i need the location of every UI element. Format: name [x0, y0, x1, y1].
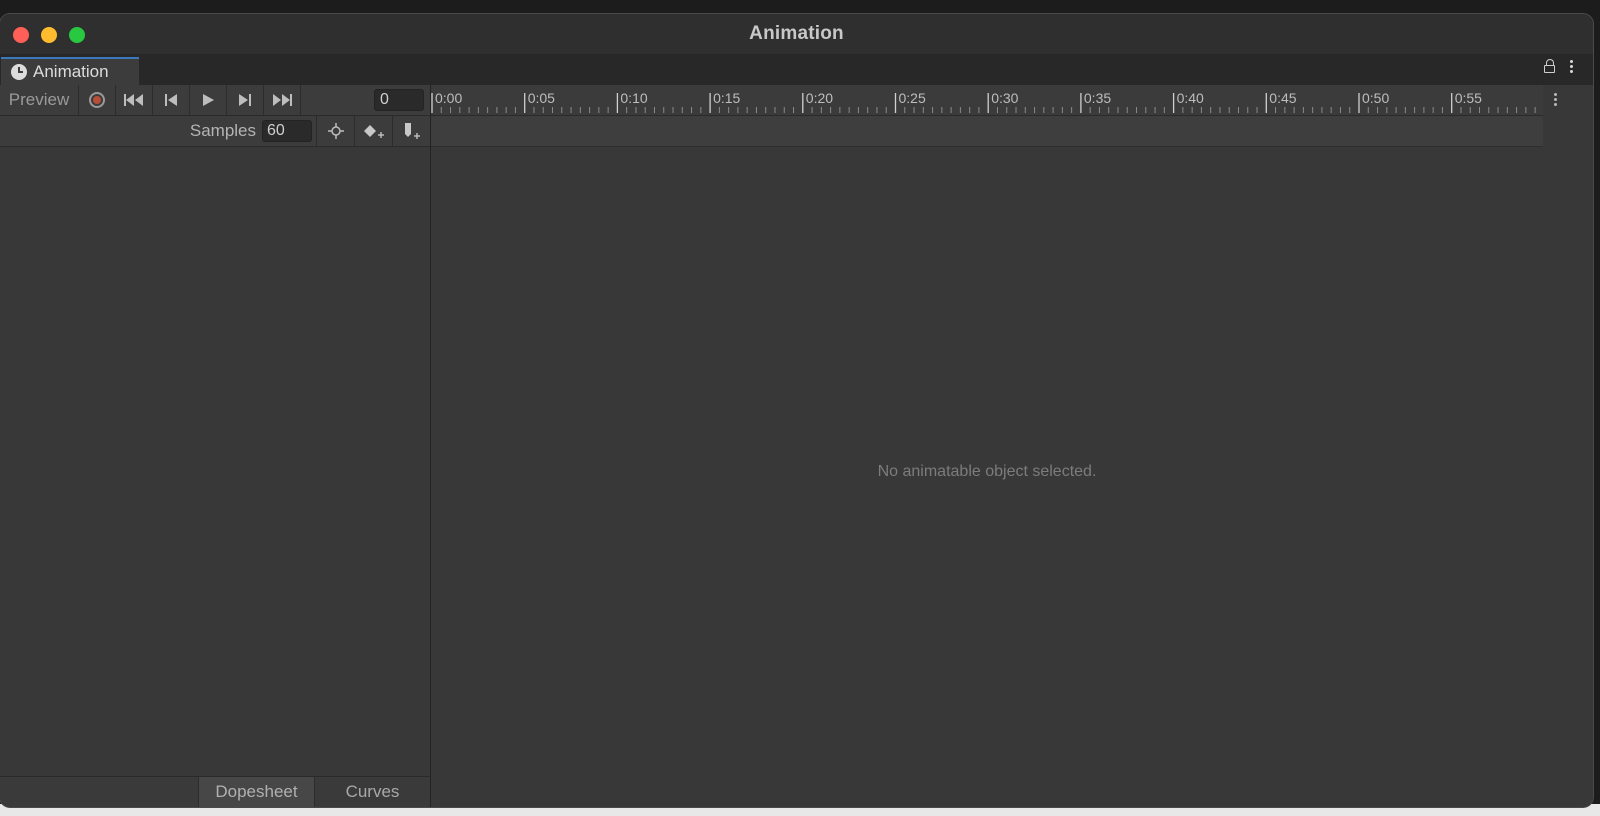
view-mode-tabs: Dopesheet Curves — [0, 776, 430, 807]
record-button[interactable] — [79, 85, 116, 115]
animation-window: Animation Animation Preview 0 Samples 60… — [0, 14, 1593, 807]
tab-tools — [1544, 59, 1573, 73]
filter-by-selection-button[interactable] — [316, 116, 354, 146]
add-event-button[interactable] — [392, 116, 430, 146]
crosshair-icon — [327, 123, 344, 139]
time-ruler[interactable]: 0:00 0:05 0:10 0:15 0:20 0:25 0:30 0:35 0:40 0:45… — [431, 85, 1543, 116]
tick-label: 0:45 — [1269, 90, 1297, 106]
lock-icon[interactable] — [1544, 59, 1556, 73]
previous-keyframe-icon — [165, 94, 177, 106]
tick-label: 0:50 — [1362, 90, 1390, 106]
record-icon — [89, 92, 105, 108]
clock-icon — [11, 64, 27, 80]
tick-label: 0:35 — [1083, 90, 1112, 106]
tab-animation[interactable]: Animation — [1, 57, 139, 85]
preview-button[interactable]: Preview — [0, 85, 79, 115]
close-window-button[interactable] — [13, 27, 29, 43]
next-keyframe-icon — [239, 94, 251, 106]
tick-label: 0:25 — [898, 90, 926, 106]
tick-label: 0:05 — [527, 90, 555, 106]
next-keyframe-button[interactable] — [227, 85, 264, 115]
title-bar[interactable]: Animation — [0, 14, 1593, 55]
add-keyframe-icon — [363, 125, 384, 138]
window-controls — [13, 27, 85, 43]
tab-label: Animation — [33, 62, 109, 81]
tick-label: 0:00 — [435, 90, 463, 106]
tab-curves[interactable]: Curves — [314, 777, 430, 807]
tick-label: 0:10 — [620, 90, 648, 106]
play-icon — [203, 94, 214, 106]
tick-label: 0:55 — [1454, 90, 1482, 106]
playback-toolbar: Preview 0 — [0, 85, 430, 116]
timeline-pane: 0:00 0:05 0:10 0:15 0:20 0:25 0:30 0:35 0:40 0:45… — [431, 85, 1593, 807]
tick-label: 0:20 — [805, 90, 834, 106]
tab-dopesheet[interactable]: Dopesheet — [198, 777, 314, 807]
empty-state-message: No animatable object selected. — [877, 463, 1097, 480]
first-keyframe-button[interactable] — [116, 85, 153, 115]
samples-label: Samples — [189, 121, 256, 140]
first-keyframe-icon — [124, 94, 143, 106]
tick-label: 0:40 — [1176, 90, 1204, 106]
tick-label: 0:30 — [991, 90, 1019, 106]
window-menu-icon[interactable] — [1570, 59, 1573, 73]
current-frame-field[interactable]: 0 — [374, 89, 424, 111]
last-keyframe-icon — [273, 94, 292, 106]
previous-keyframe-button[interactable] — [153, 85, 190, 115]
window-title: Animation — [749, 23, 844, 44]
maximize-window-button[interactable] — [69, 27, 85, 43]
tick-label: 0:15 — [713, 90, 741, 106]
minimize-window-button[interactable] — [41, 27, 57, 43]
play-button[interactable] — [190, 85, 227, 115]
timeline-menu-icon[interactable] — [1554, 93, 1557, 106]
tab-bar: Animation — [0, 54, 1593, 85]
event-row[interactable] — [431, 116, 1543, 147]
samples-field[interactable]: 60 — [262, 120, 312, 142]
add-event-icon — [404, 123, 420, 139]
add-keyframe-button[interactable] — [354, 116, 392, 146]
last-keyframe-button[interactable] — [264, 85, 301, 115]
properties-pane: Preview 0 Samples 60 Dopesheet Curves — [0, 85, 431, 807]
keyframe-toolbar: Samples 60 — [0, 116, 430, 147]
